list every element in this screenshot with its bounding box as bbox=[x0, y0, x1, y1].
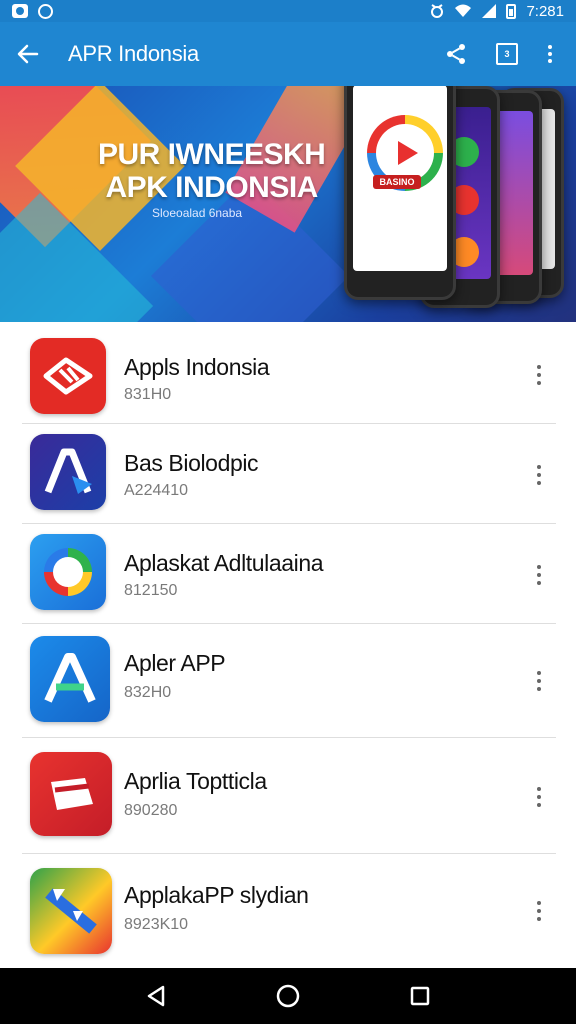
list-item[interactable]: Bas Biolodpic A224410 bbox=[0, 424, 576, 524]
phone-badge: BASINO bbox=[373, 175, 421, 189]
status-time: 7:281 bbox=[526, 2, 564, 20]
banner-subtitle: Sloeoalad 6naba bbox=[152, 206, 243, 220]
share-icon[interactable] bbox=[444, 42, 468, 66]
colorful-tile-icon bbox=[30, 868, 112, 954]
app-meta: 812150 bbox=[124, 582, 178, 599]
tabs-icon[interactable]: 3 bbox=[496, 43, 518, 65]
red-bird-icon bbox=[30, 338, 106, 414]
list-item[interactable]: ApplakaPP slydian 8923K10 bbox=[0, 854, 576, 968]
app-name: Aplaskat Adltulaaina bbox=[124, 550, 324, 576]
app-list: Appls Indonsia 831H0 Bas Biolodpic A2244… bbox=[0, 322, 576, 968]
row-more-icon[interactable] bbox=[532, 460, 546, 490]
phone-illustration: BASINO bbox=[344, 86, 456, 300]
app-meta: 831H0 bbox=[124, 386, 172, 403]
battery-icon bbox=[506, 3, 517, 19]
page-title: APR Indonsia bbox=[68, 41, 199, 66]
app-name: Aprlia Toptticla bbox=[124, 768, 267, 794]
row-more-icon[interactable] bbox=[532, 666, 546, 696]
app-name: ApplakaPP slydian bbox=[124, 882, 309, 908]
row-more-icon[interactable] bbox=[532, 782, 546, 812]
list-item[interactable]: Aplaskat Adltulaaina 812150 bbox=[0, 524, 576, 624]
row-more-icon[interactable] bbox=[532, 560, 546, 590]
more-options-icon[interactable] bbox=[546, 45, 554, 63]
app-name: Apler APP bbox=[124, 650, 226, 676]
app-name: Appls Indonsia bbox=[124, 354, 270, 380]
list-item[interactable]: Appls Indonsia 831H0 bbox=[0, 322, 576, 424]
app-bar: APR Indonsia 3 bbox=[0, 22, 576, 86]
wifi-icon bbox=[455, 4, 472, 17]
app-meta: A224410 bbox=[124, 482, 189, 499]
recents-nav-icon[interactable] bbox=[400, 976, 440, 1016]
red-card-icon bbox=[30, 752, 112, 836]
list-item[interactable]: Aprlia Toptticla 890280 bbox=[0, 738, 576, 854]
color-ring-icon bbox=[30, 534, 106, 610]
row-more-icon[interactable] bbox=[532, 896, 546, 926]
back-nav-icon[interactable] bbox=[136, 976, 176, 1016]
home-nav-icon[interactable] bbox=[268, 976, 308, 1016]
row-more-icon[interactable] bbox=[532, 360, 546, 390]
notification-icon bbox=[12, 4, 28, 18]
app-meta: 890280 bbox=[124, 802, 178, 819]
letter-a-arrow-icon bbox=[30, 434, 106, 510]
promo-banner[interactable]: PUR IWNEESKH APK INDONSIA Sloeoalad 6nab… bbox=[0, 86, 576, 322]
banner-title-line: APK INDONSIA bbox=[105, 171, 319, 204]
list-item[interactable]: Apler APP 832H0 bbox=[0, 624, 576, 738]
app-name: Bas Biolodpic bbox=[124, 450, 259, 476]
navigation-bar bbox=[0, 968, 576, 1024]
letter-a-icon bbox=[30, 636, 110, 722]
alarm-icon bbox=[431, 4, 444, 18]
sync-icon bbox=[38, 3, 53, 19]
banner-title: PUR IWNEESKH APK INDONSIA bbox=[98, 138, 326, 204]
app-meta: 8923K10 bbox=[124, 916, 189, 933]
signal-icon bbox=[482, 4, 497, 18]
status-bar: 7:281 bbox=[0, 0, 576, 22]
banner-title-line: PUR IWNEESKH bbox=[98, 138, 326, 171]
back-arrow-icon[interactable] bbox=[0, 22, 56, 86]
app-meta: 832H0 bbox=[124, 684, 172, 701]
